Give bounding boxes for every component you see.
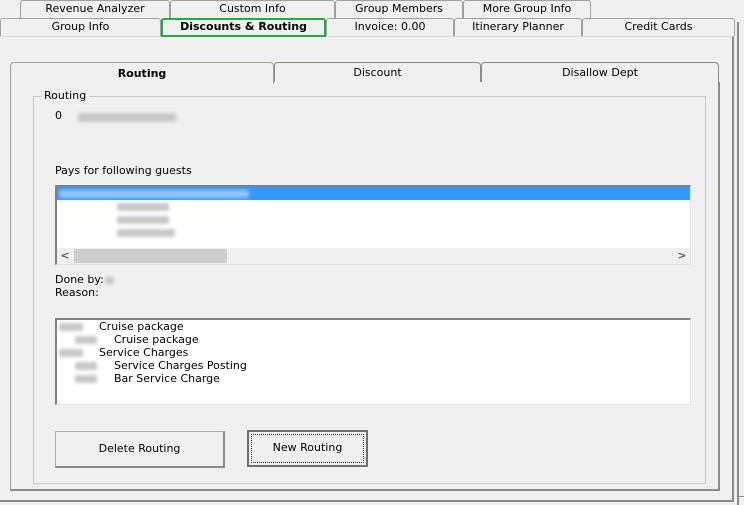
tab-group-members[interactable]: Group Members [335,0,463,18]
tab-revenue-analyzer[interactable]: Revenue Analyzer [20,0,170,18]
routing-number: 0 [55,109,62,122]
routing-charges-list[interactable]: Cruise package Cruise package Service Ch… [55,318,691,405]
charge-list-item[interactable]: Service Charges [57,346,690,359]
reason-label: Reason: [55,286,99,299]
scroll-left-icon[interactable]: < [57,248,73,264]
scrollbar-thumb[interactable] [74,249,227,263]
tab-credit-cards[interactable]: Credit Cards [582,18,735,36]
tab-custom-info[interactable]: Custom Info [170,0,335,18]
guest-list-row-selected[interactable] [57,187,690,200]
guest-list[interactable]: < > [55,185,691,265]
charge-code-redacted [59,323,83,331]
tab-disallow-dept[interactable]: Disallow Dept [481,62,719,82]
routing-groupbox [33,96,706,484]
guest-list-horizontal-scrollbar[interactable]: < > [57,248,690,264]
charge-code-redacted [75,375,97,383]
pays-for-label: Pays for following guests [55,164,192,177]
guest-name-redacted [117,203,169,211]
charge-list-item[interactable]: Service Charges Posting [57,359,690,372]
guest-name-redacted [117,229,175,237]
tab-group-info[interactable]: Group Info [0,18,161,36]
tab-invoice[interactable]: Invoice: 0.00 [326,18,454,36]
new-routing-button[interactable]: New Routing [247,430,368,467]
adjacent-panel-edge [737,22,744,505]
scroll-right-icon[interactable]: > [674,248,690,264]
tab-more-group-info[interactable]: More Group Info [463,0,591,18]
focus-rectangle [251,434,364,463]
delete-routing-button[interactable]: Delete Routing [55,431,225,468]
charge-list-item[interactable]: Cruise package [57,320,690,333]
charge-code-redacted [75,362,97,370]
guest-list-row[interactable] [57,226,690,239]
done-by-value-redacted [104,276,114,284]
charge-list-item[interactable]: Cruise package [57,333,690,346]
charge-code-redacted [59,349,83,357]
tab-itinerary-planner[interactable]: Itinerary Planner [454,18,582,36]
done-by-label: Done by: [55,273,114,286]
guest-list-row[interactable] [57,213,690,226]
charge-list-item[interactable]: Bar Service Charge [57,372,690,385]
tab-discounts-routing[interactable]: Discounts & Routing [161,18,326,37]
guest-name-redacted [117,216,169,224]
charge-code-redacted [75,336,97,344]
tab-discount[interactable]: Discount [274,62,481,82]
routing-groupbox-legend: Routing [41,89,90,102]
guest-list-row[interactable] [57,200,690,213]
routing-payer-name-redacted [78,110,176,123]
guest-name-redacted [59,190,249,198]
tab-routing[interactable]: Routing [10,62,274,84]
